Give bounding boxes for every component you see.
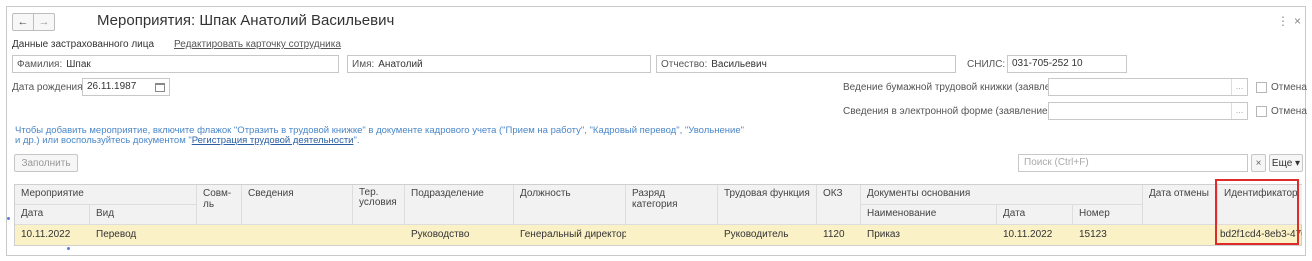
forward-button[interactable]: → — [33, 13, 55, 31]
identifier-highlight-box — [1215, 179, 1299, 245]
table-row[interactable]: 10.11.2022 Перевод Руководство Генеральн… — [15, 225, 1302, 245]
col-territorial[interactable]: Тер. условия — [353, 185, 405, 225]
cell-doc-number: 15123 — [1079, 229, 1107, 240]
cell-labor-function: Руководитель — [724, 229, 789, 240]
calendar-icon[interactable] — [155, 83, 165, 92]
registration-doc-link[interactable]: Регистрация трудовой деятельности — [192, 135, 354, 146]
col-info[interactable]: Сведения — [242, 185, 353, 225]
cell-okz: 1120 — [823, 229, 845, 240]
cell-date: 10.11.2022 — [21, 229, 71, 240]
patronymic-field[interactable]: Отчество: Васильевич — [656, 55, 956, 73]
col-position[interactable]: Должность — [514, 185, 626, 225]
events-table: Мероприятие Дата Вид Совм-ль Сведения Те… — [14, 184, 1302, 246]
arrow-left-icon: ← — [17, 16, 29, 28]
search-input[interactable]: Поиск (Ctrl+F) — [1018, 154, 1248, 172]
col-doc-number[interactable]: Номер — [1073, 205, 1143, 225]
col-part-time[interactable]: Совм-ль — [197, 185, 242, 225]
insured-section-label: Данные застрахованного лица — [12, 39, 155, 50]
electronic-cancel-checkbox[interactable] — [1256, 106, 1267, 117]
name-value: Анатолий — [378, 58, 423, 70]
surname-value: Шпак — [66, 58, 91, 70]
col-doc-date[interactable]: Дата — [997, 205, 1073, 225]
patronymic-value: Васильевич — [711, 58, 767, 70]
paper-cancel-label: Отмена — [1271, 82, 1307, 93]
col-grade[interactable]: Разряд категория — [626, 185, 718, 225]
col-doc-name[interactable]: Наименование — [861, 205, 997, 225]
select-button[interactable]: ... — [1231, 103, 1247, 119]
back-button[interactable]: ← — [12, 13, 34, 31]
hint-text-line2: и др.) или воспользуйтесь документом "Ре… — [15, 135, 360, 146]
close-icon: × — [1255, 157, 1262, 169]
paper-cancel-checkbox[interactable] — [1256, 82, 1267, 93]
events-window: ← → Мероприятия: Шпак Анатолий Васильеви… — [6, 6, 1307, 256]
birth-date-field[interactable]: 26.11.1987 — [82, 78, 170, 96]
cell-doc-name: Приказ — [867, 229, 900, 240]
surname-label: Фамилия: — [17, 58, 63, 70]
arrow-right-icon: → — [38, 16, 50, 28]
col-date[interactable]: Дата — [15, 205, 90, 225]
close-icon[interactable]: × — [1294, 14, 1301, 28]
col-department[interactable]: Подразделение — [405, 185, 514, 225]
snils-label: СНИЛС: — [967, 59, 1006, 70]
cell-kind: Перевод — [96, 229, 137, 240]
col-cancel-date[interactable]: Дата отмены — [1143, 185, 1218, 225]
select-button[interactable]: ... — [1231, 79, 1247, 95]
surname-field[interactable]: Фамилия: Шпак — [12, 55, 339, 73]
clear-search-button[interactable]: × — [1251, 154, 1266, 172]
col-basis-docs[interactable]: Документы основания — [861, 185, 1143, 205]
name-field[interactable]: Имя: Анатолий — [347, 55, 651, 73]
fill-button[interactable]: Заполнить — [14, 154, 78, 172]
snils-field[interactable]: 031-705-252 10 — [1007, 55, 1127, 73]
row-marker-dot — [67, 247, 70, 250]
row-marker-dot — [7, 217, 10, 220]
paper-book-label: Ведение бумажной трудовой книжки (заявле… — [843, 82, 1074, 93]
electronic-form-field[interactable]: ... — [1048, 102, 1248, 120]
edit-employee-link[interactable]: Редактировать карточку сотрудника — [174, 39, 341, 50]
birth-date-value: 26.11.1987 — [87, 81, 137, 92]
page-title: Мероприятия: Шпак Анатолий Васильевич — [97, 12, 395, 29]
name-label: Имя: — [352, 58, 375, 70]
electronic-cancel-label: Отмена — [1271, 106, 1307, 117]
hint-suffix: ". — [353, 135, 360, 146]
hint-prefix: и др.) или воспользуйтесь документом " — [15, 135, 192, 146]
cell-doc-date: 10.11.2022 — [1003, 229, 1053, 240]
cell-department: Руководство — [411, 229, 470, 240]
birth-date-label: Дата рождения: — [12, 82, 86, 93]
title-bar: ← → Мероприятия: Шпак Анатолий Васильеви… — [7, 7, 1305, 35]
col-labor-function[interactable]: Трудовая функция — [718, 185, 817, 225]
col-okz[interactable]: ОКЗ — [817, 185, 861, 225]
paper-book-field[interactable]: ... — [1048, 78, 1248, 96]
patronymic-label: Отчество: — [661, 58, 708, 70]
col-kind[interactable]: Вид — [90, 205, 197, 225]
col-event[interactable]: Мероприятие — [15, 185, 197, 205]
more-vertical-icon[interactable]: ⋮ — [1277, 14, 1289, 28]
cell-position: Генеральный директор — [520, 229, 626, 240]
electronic-form-label: Сведения в электронной форме (заявление)… — [843, 106, 1054, 117]
more-button[interactable]: Еще ▾ — [1269, 154, 1303, 172]
